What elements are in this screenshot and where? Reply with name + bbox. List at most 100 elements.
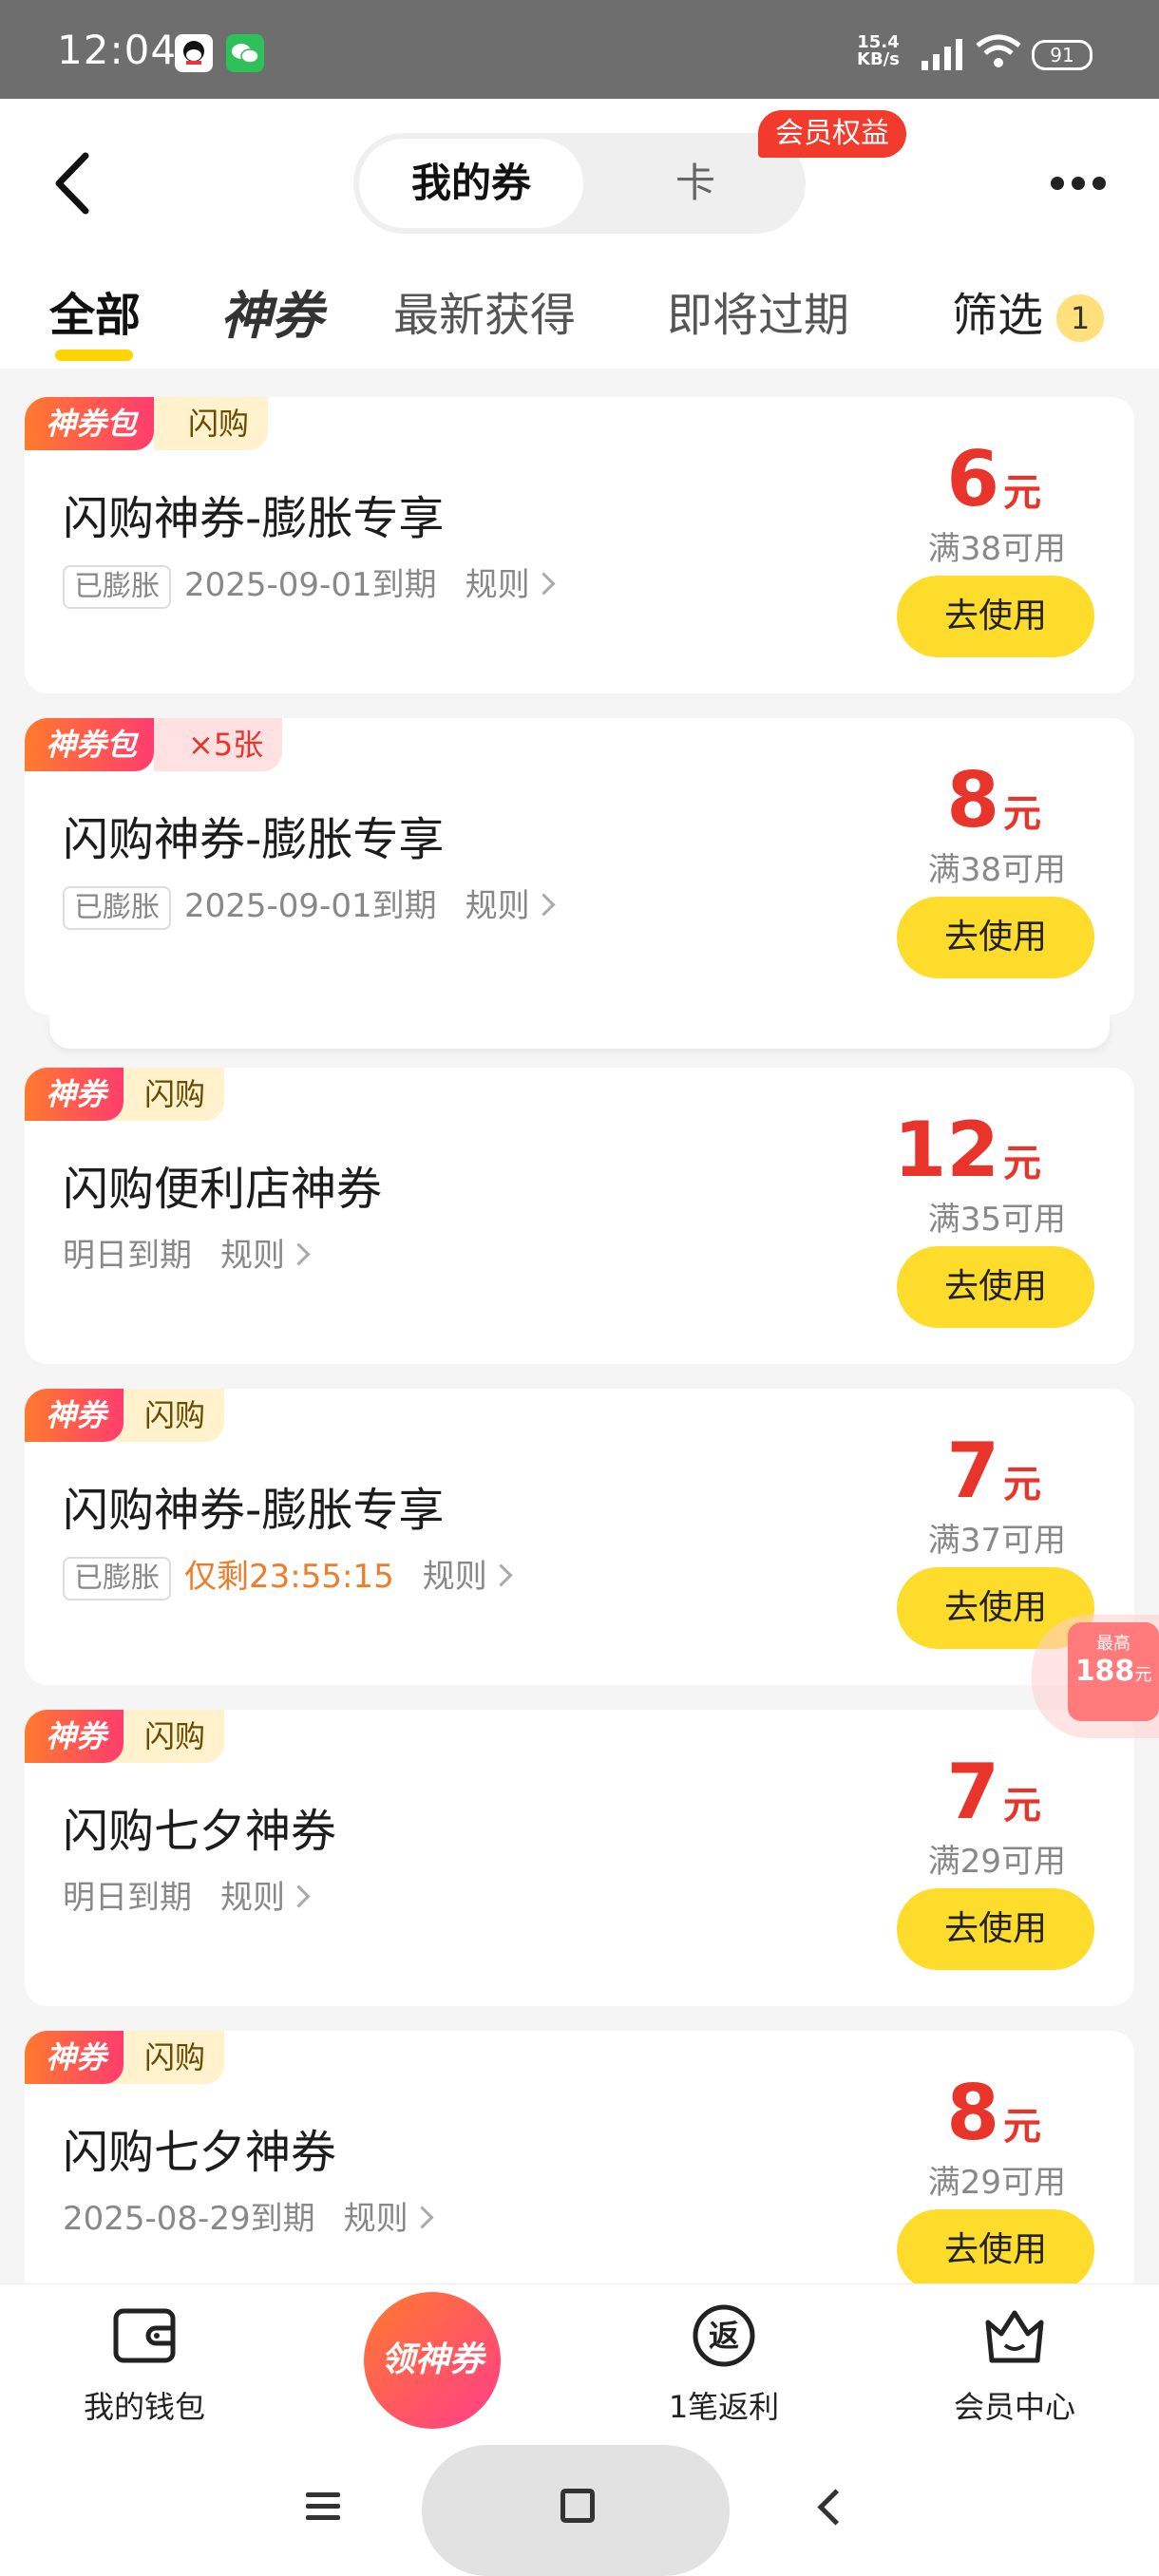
coupon-category-tag: 闪购	[110, 1710, 225, 1763]
coupon-rules-link[interactable]: 规则	[220, 1879, 311, 1917]
top-bar: 我的券 卡 会员权益	[0, 99, 1159, 255]
red-packet-unit: 元	[1134, 1665, 1152, 1685]
filter-all[interactable]: 全部	[49, 277, 141, 344]
nav-member-center-label: 会员中心	[953, 2389, 1075, 2425]
coupon-card[interactable]: 闪购 神券 闪购便利店神券 明日到期 规则 12 元 满35可用 去使用	[25, 1068, 1134, 1364]
use-coupon-button[interactable]: 去使用	[897, 2209, 1094, 2283]
coupon-condition: 满37可用	[927, 1522, 1066, 1560]
coupon-condition: 满38可用	[927, 851, 1066, 889]
more-icon[interactable]	[1045, 169, 1112, 198]
coupon-category-tag: 闪购	[154, 397, 269, 450]
chevron-right-icon	[489, 1563, 513, 1587]
filter-screen-label: 筛选	[952, 289, 1044, 342]
coupon-title: 闪购便利店神券	[63, 1163, 383, 1216]
coupon-title: 闪购神券-膨胀专享	[63, 1484, 445, 1537]
wifi-icon	[976, 34, 1021, 67]
coupon-rules-label: 规则	[422, 1558, 487, 1596]
coupon-amount-unit: 元	[1003, 1463, 1041, 1506]
coupon-amount-value: 8	[946, 2069, 999, 2157]
signal-icon	[922, 39, 962, 70]
coupon-title: 闪购神券-膨胀专享	[63, 813, 445, 866]
coupon-card[interactable]: 闪购 神券 闪购神券-膨胀专享 已膨胀 仅剩23:55:15 规则 7元 满37可用…	[25, 1389, 1134, 1685]
chevron-right-icon	[532, 572, 556, 596]
coupon-meta: 明日到期 规则	[63, 1229, 311, 1276]
coupon-type-tag: 神券	[25, 1710, 124, 1763]
use-coupon-button[interactable]: 去使用	[897, 576, 1094, 657]
filter-newest[interactable]: 最新获得	[393, 277, 576, 344]
wallet-icon	[110, 2301, 179, 2370]
coupon-title: 闪购七夕神券	[63, 2126, 337, 2179]
filter-tabs: 全部 神券 最新获得 即将过期 筛选 1	[0, 255, 1159, 369]
coupon-amount-unit: 元	[1003, 1784, 1041, 1828]
wechat-icon	[226, 34, 264, 72]
coupon-amount-unit: 元	[1003, 1142, 1041, 1185]
coupon-card[interactable]: 闪购 神券 闪购七夕神券 2025-08-29到期 规则 8元 满29可用 去使用	[25, 2031, 1134, 2283]
coupon-rules-label: 规则	[220, 1237, 285, 1275]
coupon-condition: 满29可用	[927, 1843, 1066, 1881]
coupon-condition: 满29可用	[927, 2164, 1066, 2202]
coupon-rules-label: 规则	[220, 1879, 285, 1917]
menu-icon[interactable]	[306, 2492, 340, 2527]
coupon-amount-value: 7	[946, 1748, 999, 1836]
coupon-amount-value: 7	[946, 1427, 999, 1515]
coupon-meta: 已膨胀 2025-09-01到期 规则	[63, 880, 556, 930]
use-coupon-button[interactable]: 去使用	[897, 897, 1094, 978]
coupon-card[interactable]: 闪购 神券 闪购七夕神券 明日到期 规则 7元 满29可用 去使用	[25, 1710, 1134, 2006]
floating-red-packet-widget[interactable]: 最高 188元	[1032, 1615, 1159, 1738]
battery-indicator: 91	[1032, 40, 1092, 70]
red-packet-top-label: 最高	[1096, 1634, 1130, 1654]
nav-wallet-label: 我的钱包	[83, 2389, 205, 2425]
coupon-amount: 7元	[946, 1427, 1041, 1515]
nav-member-center[interactable]: 会员中心	[920, 2301, 1110, 2427]
coupon-stack-edge	[49, 1014, 1110, 1049]
coupon-type-tag: 神券	[25, 2031, 124, 2084]
coupon-list[interactable]: 闪购 神券包 闪购神券-膨胀专享 已膨胀 2025-09-01到期 规则 6元 满3…	[0, 369, 1159, 2283]
coupon-card[interactable]: ×5张 神券包 闪购神券-膨胀专享 已膨胀 2025-09-01到期 规则 8元 满…	[25, 718, 1134, 1014]
coupon-rules-link[interactable]: 规则	[344, 2200, 434, 2238]
coupon-amount-value: 12	[893, 1106, 999, 1194]
network-speed: 15.4 KB/s	[857, 34, 900, 68]
coupon-amount: 6元	[946, 435, 1041, 523]
get-coupons-button[interactable]: 领神券	[364, 2292, 501, 2429]
nav-rebate[interactable]: 返 1笔返利	[629, 2301, 819, 2427]
coupon-type-tag: 神券	[25, 1068, 124, 1121]
coupon-rules-link[interactable]: 规则	[466, 887, 556, 925]
status-bar: 12:04 15.4 KB/s 91	[0, 0, 1159, 99]
coupon-expiry: 2025-09-01到期	[184, 566, 437, 604]
bottom-nav: 我的钱包 领神券 返 1笔返利 会员中心	[0, 2283, 1159, 2446]
use-coupon-button[interactable]: 去使用	[897, 1888, 1094, 1970]
use-coupon-button[interactable]: 去使用	[897, 1246, 1094, 1328]
expanded-badge: 已膨胀	[63, 565, 171, 609]
coupon-amount-unit: 元	[1003, 471, 1041, 515]
filter-active-indicator	[55, 350, 133, 361]
coupon-amount: 8元	[946, 2069, 1041, 2157]
crown-icon	[980, 2301, 1049, 2370]
rebate-icon: 返	[690, 2301, 758, 2370]
nav-wallet[interactable]: 我的钱包	[49, 2301, 239, 2427]
filter-screen[interactable]: 筛选 1	[952, 277, 1105, 344]
coupon-amount: 12 元	[894, 1106, 1041, 1194]
coupon-category-tag: 闪购	[110, 1068, 225, 1121]
coupon-card[interactable]: 闪购 神券包 闪购神券-膨胀专享 已膨胀 2025-09-01到期 规则 6元 满3…	[25, 397, 1134, 693]
red-packet-amount: 188	[1074, 1655, 1135, 1688]
coupon-expiry: 2025-09-01到期	[184, 887, 437, 925]
chevron-right-icon	[287, 1885, 311, 1908]
tab-my-coupons[interactable]: 我的券	[359, 139, 583, 228]
filter-shenquan[interactable]: 神券	[220, 274, 323, 349]
coupon-rules-link[interactable]: 规则	[422, 1558, 513, 1596]
coupon-meta: 已膨胀 仅剩23:55:15 规则	[63, 1550, 513, 1601]
coupon-amount-value: 8	[946, 756, 999, 844]
red-packet-icon: 最高 188元	[1068, 1622, 1159, 1721]
coupon-rules-link[interactable]: 规则	[220, 1237, 311, 1275]
qq-icon	[175, 34, 213, 72]
coupon-meta: 明日到期 规则	[63, 1871, 311, 1918]
coupon-rules-link[interactable]: 规则	[466, 566, 556, 604]
system-back-icon[interactable]	[817, 2489, 854, 2526]
filter-expiring[interactable]: 即将过期	[667, 277, 849, 344]
back-icon[interactable]	[48, 150, 101, 217]
home-icon[interactable]	[560, 2489, 595, 2523]
chevron-right-icon	[532, 893, 556, 917]
member-benefits-badge[interactable]: 会员权益	[758, 110, 906, 158]
coupon-amount: 8元	[946, 756, 1041, 844]
expanded-badge: 已膨胀	[63, 886, 171, 930]
